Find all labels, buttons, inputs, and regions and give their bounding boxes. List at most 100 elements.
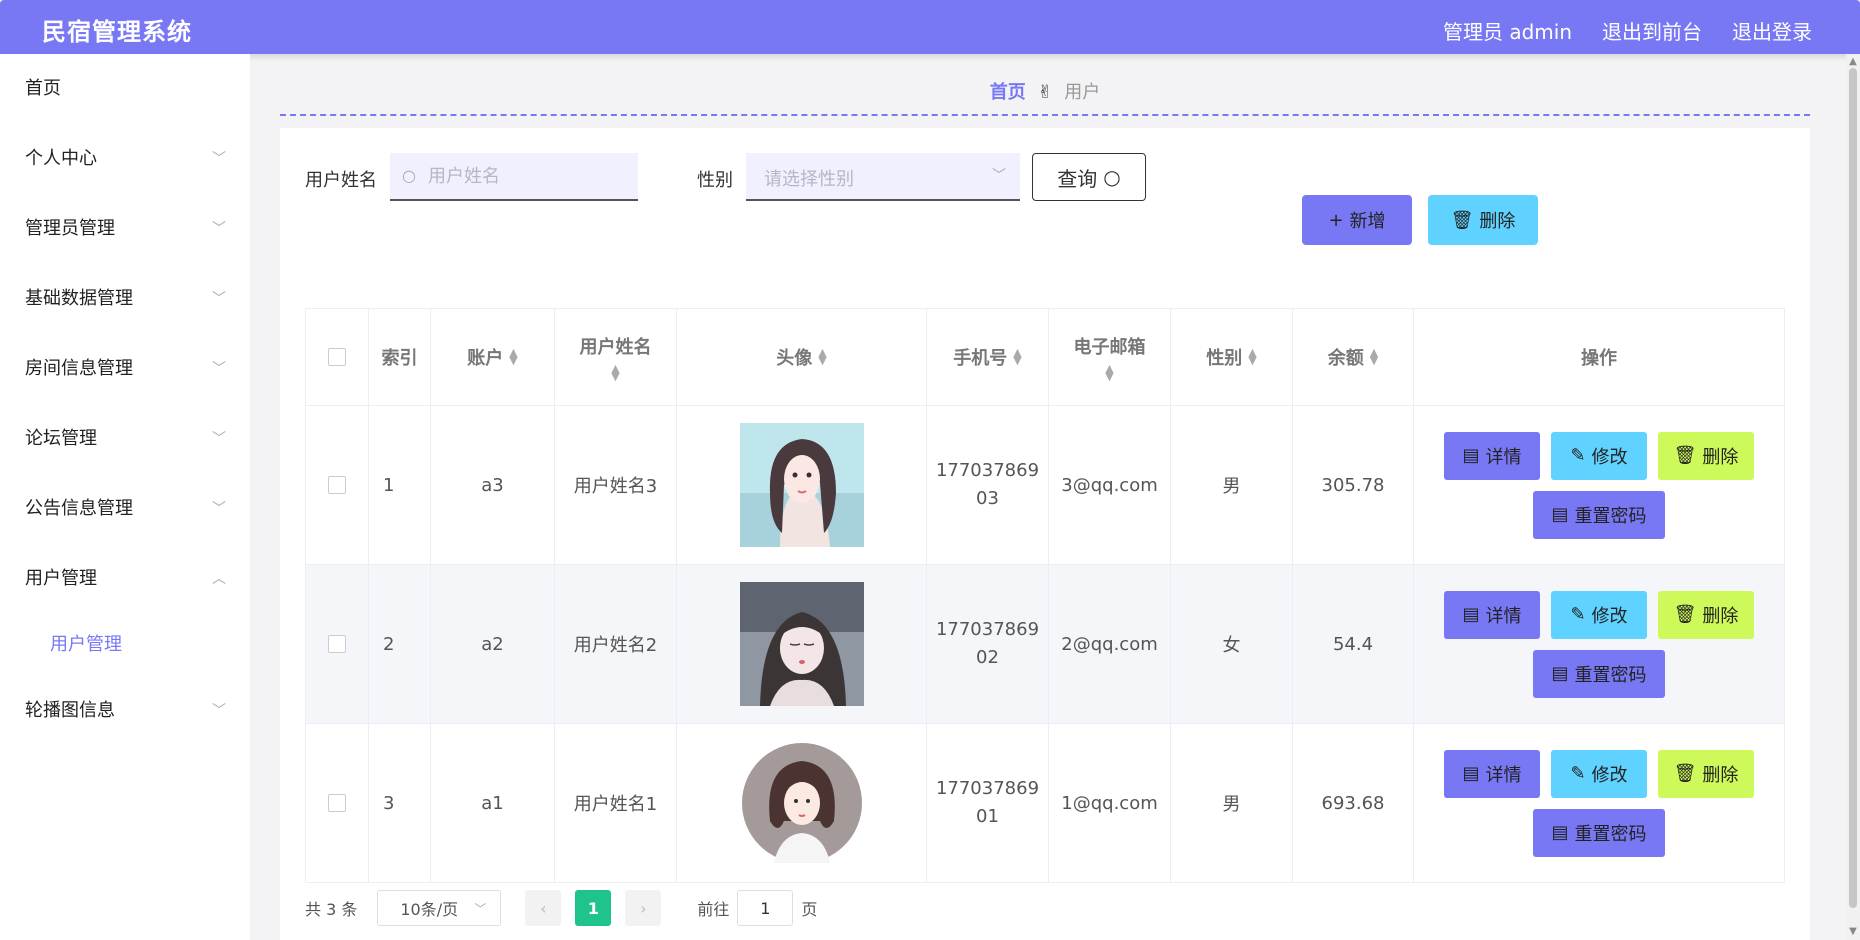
reset-password-button[interactable]: ▤ 重置密码: [1533, 490, 1665, 539]
cell-gender: 男: [1171, 724, 1293, 882]
chevron-down-icon: ﹀: [474, 901, 487, 916]
detail-button[interactable]: ▤ 详情: [1444, 431, 1540, 480]
add-button[interactable]: + 新增: [1302, 195, 1412, 245]
cell-balance: 54.4: [1293, 565, 1414, 723]
cell-index: 2: [369, 565, 431, 723]
select-all-checkbox[interactable]: [328, 348, 346, 366]
document-icon: ▤: [1462, 604, 1480, 625]
header-balance[interactable]: 余额 ▲ ▼: [1293, 309, 1414, 405]
page-number-current[interactable]: 1: [575, 890, 612, 926]
plus-icon: +: [1328, 209, 1344, 231]
cell-phone: 177037869 03: [927, 406, 1049, 564]
prev-page-button[interactable]: ‹: [525, 890, 562, 926]
chevron-down-icon: ﹀: [992, 168, 1006, 184]
edit-button-label: 修改: [1591, 605, 1628, 627]
delete-button[interactable]: 🗑 删除: [1658, 749, 1754, 798]
header-avatar[interactable]: 头像 ▲ ▼: [677, 309, 927, 405]
scrollbar-thumb[interactable]: [1849, 68, 1857, 908]
goto-page-input[interactable]: [737, 890, 794, 926]
goto-label: 前往: [697, 900, 730, 919]
sidebar-item-room-info[interactable]: 房间信息管理 ﹀: [0, 334, 250, 404]
row-checkbox[interactable]: [328, 476, 346, 494]
add-button-label: 新增: [1349, 211, 1386, 232]
pagination-total: 共 3 条: [305, 900, 358, 919]
sidebar-item-forum[interactable]: 论坛管理 ﹀: [0, 404, 250, 474]
header-email[interactable]: 电子邮箱 ▲ ▼: [1049, 309, 1171, 405]
header-phone[interactable]: 手机号 ▲ ▼: [927, 309, 1049, 405]
gender-select[interactable]: 请选择性别 ﹀: [746, 153, 1020, 201]
reset-password-button-label: 重置密码: [1574, 664, 1647, 686]
document-icon: ▤: [1462, 445, 1480, 466]
phone-line2: 01: [976, 806, 999, 827]
reset-password-button-label: 重置密码: [1574, 505, 1647, 527]
cell-balance: 693.68: [1293, 724, 1414, 882]
sidebar-item-user-management[interactable]: 用户管理 ︿: [0, 544, 250, 614]
sidebar-item-personal-center[interactable]: 个人中心 ﹀: [0, 124, 250, 194]
row-select-cell: [306, 406, 369, 564]
phone-line1: 177037869: [935, 619, 1040, 640]
cell-account: a3: [431, 406, 555, 564]
gender-select-placeholder: 请选择性别: [764, 169, 854, 190]
sidebar-item-admin-management[interactable]: 管理员管理 ﹀: [0, 194, 250, 264]
sidebar-item-home[interactable]: 首页: [0, 54, 250, 124]
sidebar-subitem-user-management[interactable]: 用户管理: [0, 614, 250, 676]
sidebar-item-label: 轮播图信息: [25, 700, 115, 721]
query-button[interactable]: 查询 ○: [1032, 153, 1146, 201]
sidebar-item-carousel[interactable]: 轮播图信息 ﹀: [0, 676, 250, 746]
header-ops: 操作: [1581, 348, 1617, 369]
chevron-left-icon: ‹: [540, 898, 547, 918]
phone-line2: 02: [976, 647, 999, 668]
sidebar-item-announcement[interactable]: 公告信息管理 ﹀: [0, 474, 250, 544]
header-index: 索引: [369, 309, 431, 405]
edit-button[interactable]: ✎ 修改: [1551, 749, 1647, 798]
header-email-label: 电子邮箱: [1073, 337, 1146, 358]
edit-button[interactable]: ✎ 修改: [1551, 590, 1647, 639]
chevron-down-icon: ﹀: [212, 151, 226, 167]
row-checkbox[interactable]: [328, 794, 346, 812]
admin-user-link[interactable]: 管理员 admin: [1443, 16, 1572, 45]
chevron-down-icon: ﹀: [212, 221, 226, 237]
table-header-row: 索引 账户 ▲ ▼ 用户姓名 ▲ ▼ 头像 ▲ ▼ 手机号 ▲ ▼ 电子邮箱 ▲ ▼ 性别 ▲ ▼ 余额…: [306, 309, 1784, 406]
sort-icon: ▲ ▼: [1105, 362, 1114, 383]
reset-password-button[interactable]: ▤ 重置密码: [1533, 649, 1665, 698]
scroll-down-arrow-icon[interactable]: ▼: [1846, 924, 1860, 940]
next-page-button[interactable]: ›: [625, 890, 662, 926]
sidebar-item-label: 房间信息管理: [25, 358, 133, 379]
cell-ops: ▤ 详情 ✎ 修改 🗑 删除 ▤ 重置密码: [1414, 406, 1784, 564]
logout-link[interactable]: 退出登录: [1732, 16, 1812, 45]
phone-line1: 177037869: [935, 460, 1040, 481]
delete-button[interactable]: 🗑 删除: [1658, 590, 1754, 639]
cell-avatar: [677, 724, 927, 882]
name-search-input[interactable]: [426, 153, 670, 199]
detail-button-label: 详情: [1485, 446, 1522, 468]
back-to-frontend-link[interactable]: 退出到前台: [1602, 16, 1702, 45]
bulk-delete-button[interactable]: 🗑 删除: [1428, 195, 1538, 245]
name-search-field[interactable]: ○: [390, 153, 670, 201]
page-size-select[interactable]: 10条/页 ﹀: [377, 890, 502, 926]
header-select-cell: [306, 309, 369, 405]
breadcrumb-home[interactable]: 首页: [990, 82, 1026, 103]
cell-index: 1: [369, 406, 431, 564]
sidebar-item-basic-data[interactable]: 基础数据管理 ﹀: [0, 264, 250, 334]
header-account[interactable]: 账户 ▲ ▼: [431, 309, 555, 405]
reset-password-button[interactable]: ▤ 重置密码: [1533, 808, 1665, 857]
detail-button[interactable]: ▤ 详情: [1444, 749, 1540, 798]
document-icon: ▤: [1462, 763, 1480, 784]
avatar-image: [739, 423, 864, 547]
delete-button[interactable]: 🗑 删除: [1658, 431, 1754, 480]
sidebar-item-label: 论坛管理: [25, 428, 97, 449]
row-checkbox[interactable]: [328, 635, 346, 653]
edit-button[interactable]: ✎ 修改: [1551, 431, 1647, 480]
user-table: 索引 账户 ▲ ▼ 用户姓名 ▲ ▼ 头像 ▲ ▼ 手机号 ▲ ▼ 电子邮箱 ▲ ▼ 性别 ▲ ▼ 余额…: [305, 308, 1785, 883]
sort-icon: ▲ ▼: [509, 346, 518, 367]
header-name[interactable]: 用户姓名 ▲ ▼: [555, 309, 677, 405]
header-gender[interactable]: 性别 ▲ ▼: [1171, 309, 1293, 405]
pencil-icon: ✎: [1570, 604, 1586, 625]
hand-pointer-icon: ✌: [1037, 82, 1053, 103]
phone-line2: 03: [976, 488, 999, 509]
row-actions: ▤ 详情 ✎ 修改 🗑 删除 ▤ 重置密码: [1444, 431, 1754, 539]
cell-ops: ▤ 详情 ✎ 修改 🗑 删除 ▤ 重置密码: [1414, 724, 1784, 882]
phone-line1: 177037869: [935, 778, 1040, 799]
detail-button[interactable]: ▤ 详情: [1444, 590, 1540, 639]
page-scrollbar[interactable]: ▲ ▼: [1846, 54, 1860, 940]
